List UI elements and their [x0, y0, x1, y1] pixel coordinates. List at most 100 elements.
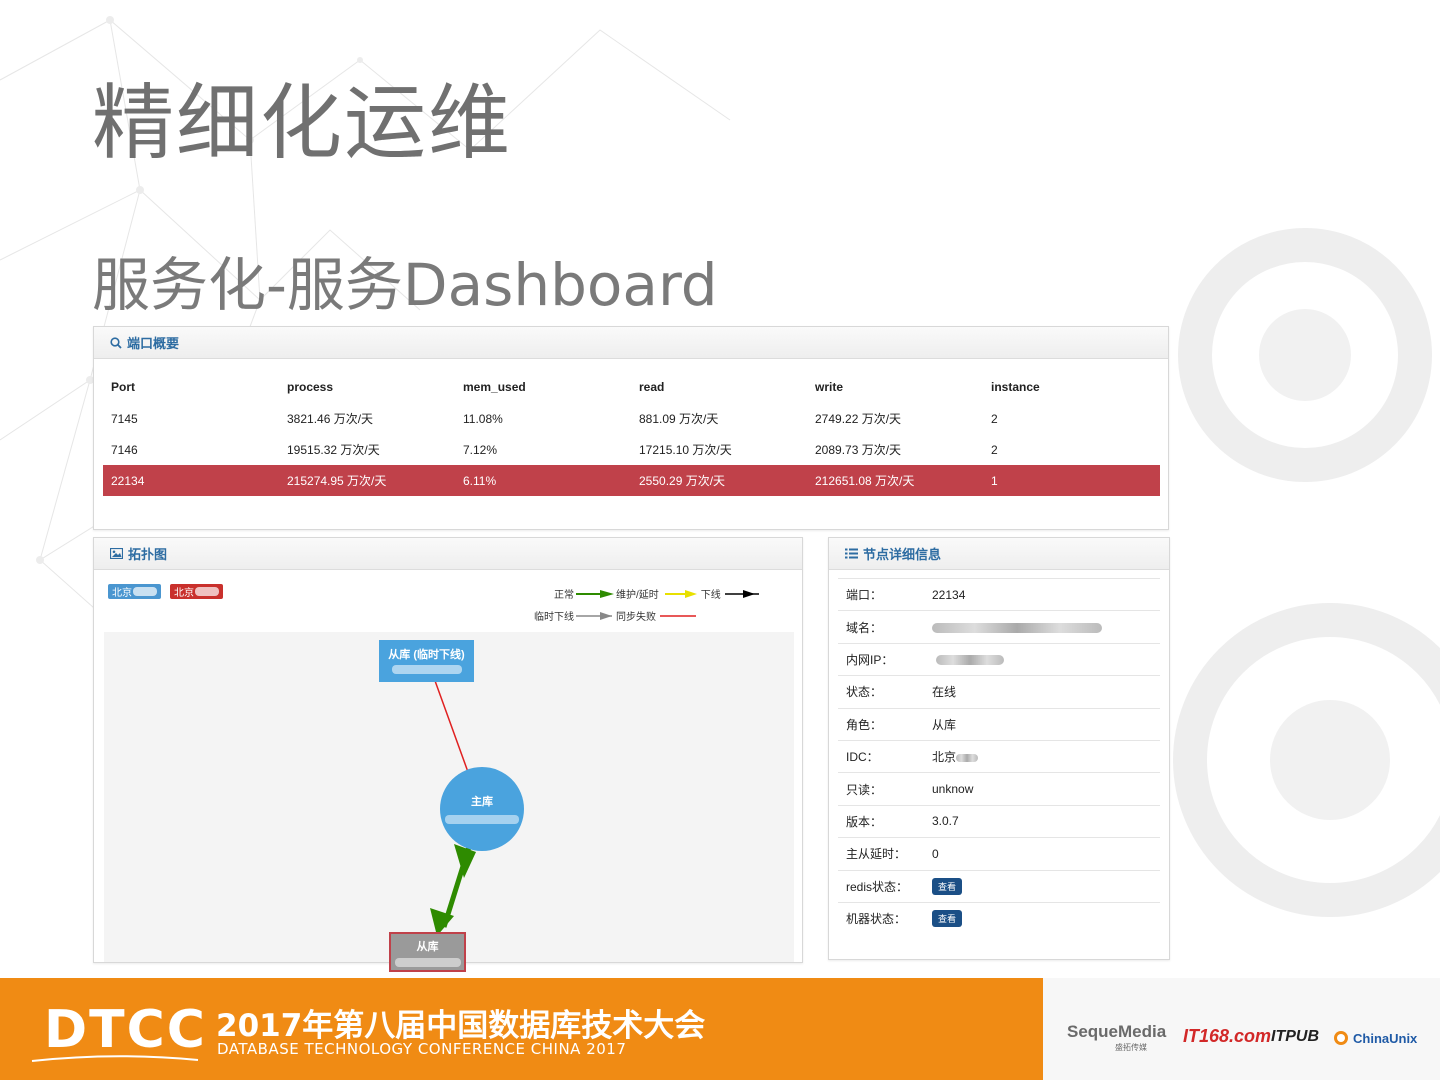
cell-read: 2550.29 万次/天: [631, 465, 807, 496]
column-header-port[interactable]: Port: [103, 363, 279, 403]
topology-panel: 拓扑图 北京 北京 正常 维护/延时 下线 临时下线 同步失败 从库 (临时下线…: [93, 537, 803, 972]
search-icon: [110, 336, 122, 349]
detail-key: 版本：: [846, 814, 883, 829]
table-header-row: Port process mem_used read write instanc…: [103, 363, 1160, 403]
legend-sync-fail-line-icon: [660, 614, 696, 617]
conference-subtitle: DATABASE TECHNOLOGY CONFERENCE CHINA 201…: [217, 1040, 627, 1058]
redacted-text: [956, 753, 979, 762]
sponsor-itpub[interactable]: ITPUB: [1271, 1028, 1319, 1046]
sponsor-sequemedia[interactable]: SequeMedia 盛拓传媒: [1067, 1022, 1166, 1053]
list-icon: [845, 548, 858, 559]
node-master[interactable]: 主库: [440, 767, 524, 851]
cell-read: 17215.10 万次/天: [639, 443, 732, 457]
cell-instance: 2: [991, 442, 998, 457]
cell-port: 7146: [111, 442, 138, 457]
idc-tag-red[interactable]: 北京: [170, 584, 223, 599]
idc-tag-label: 北京: [174, 588, 194, 599]
detail-key: 机器状态：: [846, 912, 907, 927]
topology-title: 拓扑图: [128, 547, 168, 562]
node-label: 主库: [471, 796, 493, 808]
table-row[interactable]: 7146 19515.32 万次/天 7.12% 17215.10 万次/天 2…: [103, 434, 1160, 465]
column-header-process[interactable]: process: [279, 363, 455, 403]
redacted-text: [936, 655, 1004, 666]
legend-row-1: 正常 维护/延时 下线: [554, 586, 763, 601]
table-row[interactable]: 7145 3821.46 万次/天 11.08% 881.09 万次/天 274…: [103, 403, 1160, 434]
cell-process: 19515.32 万次/天: [287, 443, 380, 457]
detail-row-replication-delay: 主从延时： 0: [838, 837, 1160, 869]
idc-tag-label: 北京: [112, 588, 132, 599]
node-detail-panel: 节点详细信息 端口： 22134 域名： 内网IP： 状态： 在线 角色： 从库 ID…: [828, 537, 1170, 960]
detail-row-port: 端口： 22134: [838, 578, 1160, 610]
dtcc-logo: DTCC: [44, 1000, 207, 1060]
node-detail-list: 端口： 22134 域名： 内网IP： 状态： 在线 角色： 从库 IDC： 北京 只读…: [838, 578, 1160, 934]
cell-instance: 1: [983, 465, 1160, 496]
redacted-text: [445, 815, 519, 824]
legend-maintenance-arrow-icon: [664, 589, 697, 598]
slide-title: 精细化运维: [92, 76, 513, 171]
redacted-text: [195, 587, 219, 596]
cell-process: 3821.46 万次/天: [287, 412, 374, 426]
detail-key: 内网IP：: [846, 652, 894, 667]
detail-key: 端口：: [846, 588, 883, 603]
cell-mem-used: 11.08%: [463, 411, 503, 426]
view-redis-status-button[interactable]: 查看: [932, 877, 963, 895]
detail-key: 域名：: [846, 620, 883, 635]
detail-key: 角色：: [846, 717, 883, 732]
sponsor-label: ChinaUnix: [1353, 1030, 1418, 1046]
cell-write: 2089.73 万次/天: [815, 443, 902, 457]
redacted-text: [394, 958, 461, 967]
sponsor-chinaunix[interactable]: ChinaUnix: [1333, 1030, 1417, 1046]
legend-offline-arrow-icon: [724, 589, 759, 598]
detail-key: 主从延时：: [846, 847, 907, 862]
cell-write: 212651.08 万次/天: [807, 465, 983, 496]
column-header-read[interactable]: read: [631, 363, 807, 403]
port-summary-panel: 端口概要 Port process mem_used read write in…: [93, 326, 1169, 530]
sponsor-it168[interactable]: IT168.com: [1183, 1026, 1271, 1047]
column-header-write[interactable]: write: [807, 363, 983, 403]
legend-normal-label: 正常: [554, 590, 574, 601]
cell-port: 7145: [111, 411, 138, 426]
detail-row-internal-ip: 内网IP：: [838, 642, 1160, 675]
port-table: Port process mem_used read write instanc…: [103, 363, 1160, 496]
table-row-selected[interactable]: 22134 215274.95 万次/天 6.11% 2550.29 万次/天 …: [103, 465, 1160, 496]
node-detail-title: 节点详细信息: [863, 547, 942, 562]
detail-row-readonly: 只读： unknow: [838, 772, 1160, 804]
legend-sync-fail-label: 同步失败: [616, 612, 656, 623]
chinaunix-logo-icon: [1334, 1031, 1348, 1045]
legend-offline-label: 下线: [700, 590, 721, 601]
column-header-mem-used[interactable]: mem_used: [455, 363, 631, 403]
node-slave[interactable]: 从库: [389, 932, 466, 972]
legend-normal-arrow-icon: [576, 589, 614, 598]
idc-tags: 北京 北京: [108, 584, 223, 599]
cell-instance: 2: [991, 411, 998, 426]
detail-value: 在线: [932, 685, 957, 700]
cell-mem-used: 7.12%: [463, 442, 498, 457]
detail-row-machine-status: 机器状态： 查看: [838, 901, 1160, 934]
redacted-text: [391, 665, 462, 674]
detail-row-status: 状态： 在线: [838, 675, 1160, 707]
view-machine-status-button[interactable]: 查看: [932, 910, 963, 928]
detail-value: 0: [932, 846, 939, 861]
detail-value: 22134: [932, 587, 966, 602]
node-slave-temp-offline[interactable]: 从库 (临时下线): [379, 640, 474, 682]
cell-port: 22134: [103, 465, 279, 496]
port-summary-title: 端口概要: [127, 336, 180, 351]
legend-temp-offline-arrow-icon: [576, 611, 612, 620]
detail-key: 只读：: [846, 782, 883, 797]
detail-row-domain: 域名：: [838, 610, 1160, 642]
detail-row-version: 版本： 3.0.7: [838, 804, 1160, 837]
column-header-instance[interactable]: instance: [983, 363, 1160, 403]
footer-sponsor-band: SequeMedia 盛拓传媒 IT168.com ITPUB ChinaUnix: [1043, 978, 1440, 1080]
node-label: 从库: [416, 941, 439, 953]
legend-temp-offline-label: 临时下线: [534, 612, 574, 623]
cell-process: 215274.95 万次/天: [279, 465, 455, 496]
detail-key: redis状态：: [846, 879, 909, 894]
detail-row-idc: IDC： 北京: [838, 739, 1160, 772]
cell-write: 2749.22 万次/天: [815, 412, 902, 426]
topology-canvas[interactable]: 从库 (临时下线) 主库 从库: [104, 632, 794, 972]
redacted-text: [133, 587, 157, 596]
port-summary-header: 端口概要: [94, 327, 1168, 359]
image-icon: [110, 548, 123, 559]
detail-row-role: 角色： 从库: [838, 707, 1160, 740]
idc-tag-blue[interactable]: 北京: [108, 584, 161, 599]
